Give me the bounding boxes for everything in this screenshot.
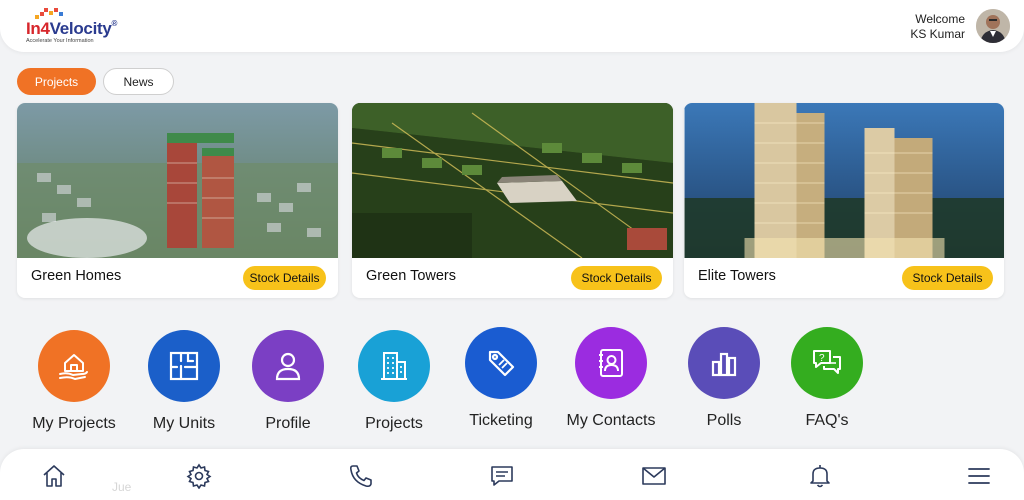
project-card-green-towers[interactable]: Green Towers Stock Details xyxy=(352,103,673,298)
message-icon[interactable] xyxy=(489,463,515,489)
person-icon xyxy=(252,330,324,402)
chat-question-icon: ? xyxy=(791,327,863,399)
menu-profile[interactable]: Profile xyxy=(233,327,343,433)
settings-icon[interactable] xyxy=(186,463,212,490)
tab-projects[interactable]: Projects xyxy=(17,68,96,95)
menu-label: Projects xyxy=(365,415,423,432)
menu-label: FAQ's xyxy=(805,412,849,429)
welcome-block: Welcome KS Kumar xyxy=(910,12,965,42)
tab-news[interactable]: News xyxy=(103,68,174,95)
project-card-elite-towers[interactable]: Elite Towers Stock Details xyxy=(684,103,1004,298)
logo-wordmark: In4Velocity® xyxy=(26,19,118,38)
stock-details-button[interactable]: Stock Details xyxy=(571,266,662,290)
user-name: KS Kumar xyxy=(910,27,965,41)
app-header: In4Velocity® Accelerate Your Information… xyxy=(0,0,1024,52)
menu-label: My Units xyxy=(152,415,216,432)
bell-icon[interactable] xyxy=(807,463,833,489)
project-image xyxy=(684,103,1004,258)
svg-text:?: ? xyxy=(819,353,825,364)
menu-my-units[interactable]: My Units xyxy=(129,327,239,433)
menu-projects[interactable]: Projects xyxy=(339,327,449,433)
menu-label: Ticketing xyxy=(469,412,533,429)
in4velocity-logo[interactable]: In4Velocity® Accelerate Your Information xyxy=(24,8,134,46)
project-image xyxy=(352,103,673,258)
project-image xyxy=(17,103,338,258)
bar-chart-icon xyxy=(688,327,760,399)
contact-book-icon xyxy=(575,327,647,399)
ghost-text: Jue xyxy=(112,480,132,494)
house-hand-icon xyxy=(38,330,110,402)
phone-icon[interactable] xyxy=(348,463,374,489)
mail-icon[interactable] xyxy=(641,463,667,489)
stock-details-button[interactable]: Stock Details xyxy=(902,266,993,290)
home-icon[interactable] xyxy=(41,463,67,489)
menu-polls[interactable]: Polls xyxy=(669,322,779,430)
menu-label: My Contacts xyxy=(566,412,656,429)
floorplan-icon xyxy=(148,330,220,402)
menu-label: My Projects xyxy=(32,415,116,432)
avatar[interactable] xyxy=(976,9,1010,43)
stock-details-button[interactable]: Stock Details xyxy=(243,266,326,290)
menu-ticketing[interactable]: Ticketing xyxy=(446,322,556,430)
menu-label: Profile xyxy=(265,415,311,432)
bottom-nav: Jue xyxy=(0,449,1024,500)
tag-icon xyxy=(465,327,537,399)
avatar-photo xyxy=(976,9,1010,43)
card-title: Green Towers xyxy=(366,268,456,284)
menu-faqs[interactable]: ? FAQ's xyxy=(772,322,882,430)
card-title: Elite Towers xyxy=(698,268,776,284)
logo-tagline: Accelerate Your Information xyxy=(26,38,94,44)
menu-my-projects[interactable]: My Projects xyxy=(19,327,129,433)
menu-label: Polls xyxy=(706,412,742,429)
menu-my-contacts[interactable]: My Contacts xyxy=(556,322,666,430)
buildings-icon xyxy=(358,330,430,402)
welcome-label: Welcome xyxy=(915,12,965,26)
project-card-green-homes[interactable]: Green Homes Stock Details xyxy=(17,103,338,298)
card-title: Green Homes xyxy=(31,268,122,284)
menu-icon[interactable] xyxy=(966,463,992,489)
